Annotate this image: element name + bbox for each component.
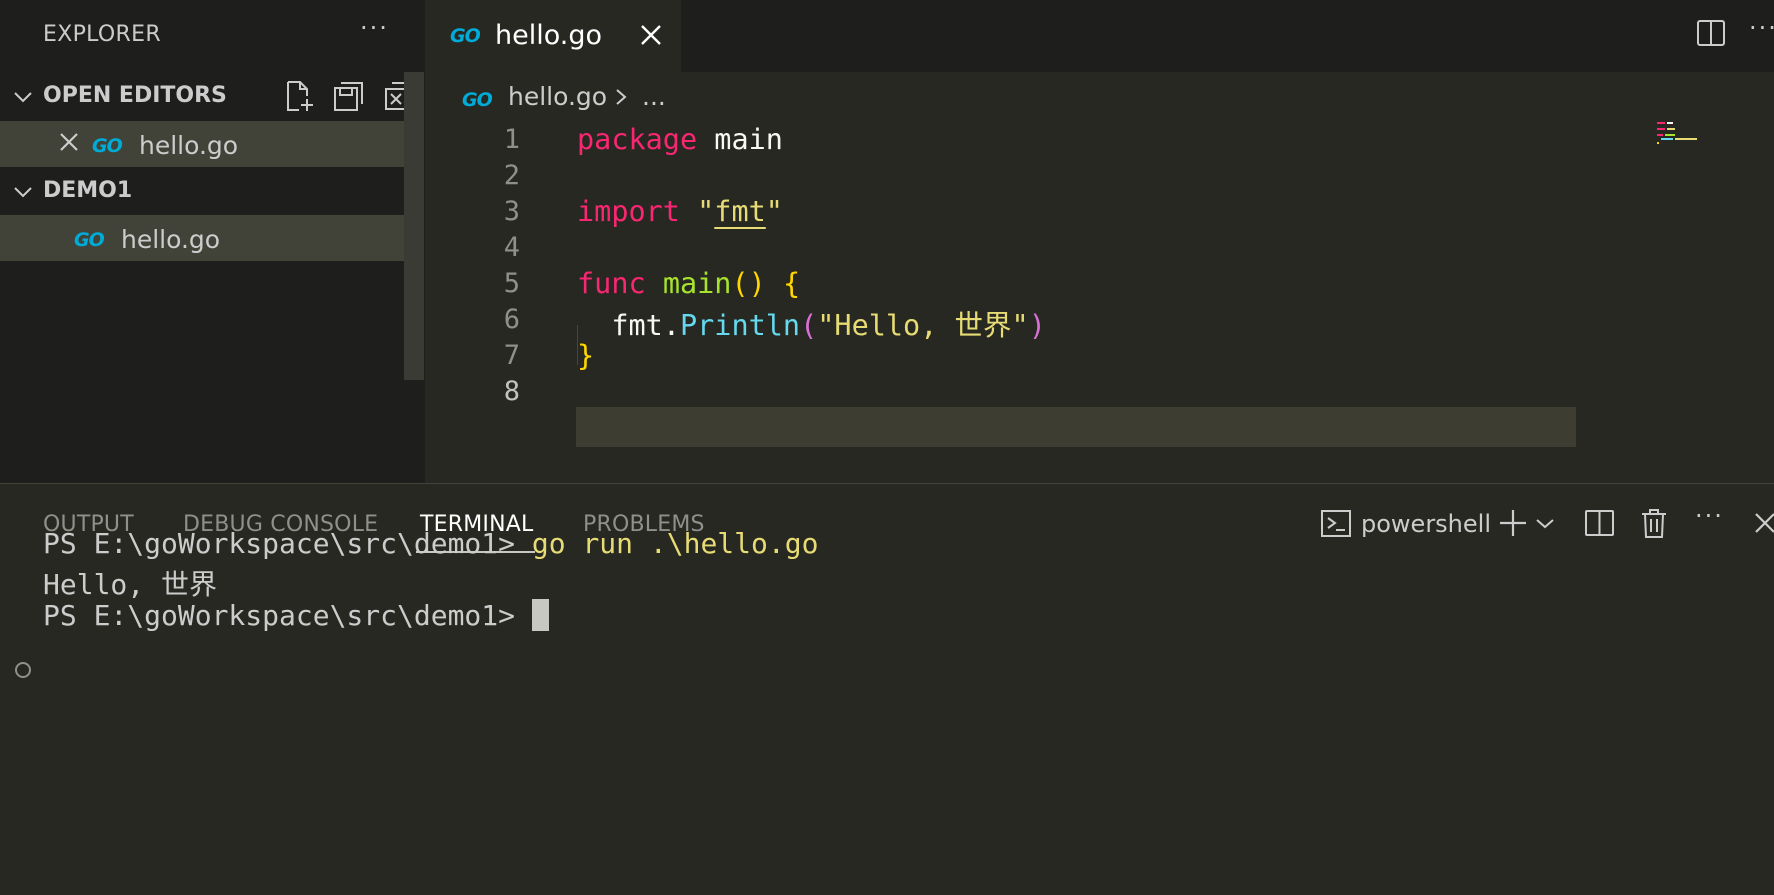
chevron-down-icon [14,187,32,198]
go-file-icon: GO [450,25,481,47]
terminal-shell-name[interactable]: powershell [1361,510,1491,538]
explorer-more-icon[interactable]: ··· [360,14,389,42]
line-number: 7 [503,340,520,371]
chevron-down-icon [14,92,32,103]
open-editors-section-header[interactable]: OPEN EDITORS [0,73,425,119]
split-terminal-icon[interactable] [1583,506,1617,540]
code-line: 3 import "fmt" [425,192,1725,233]
breadcrumb: GO hello.go ... [425,72,1774,120]
identifier-token: main [714,123,783,156]
bracket-token: } [577,339,595,372]
code-line-current: 8 [425,372,1725,413]
keyword-token: package [577,123,698,156]
line-number: 5 [503,268,520,299]
terminal-icon [1321,510,1351,537]
close-panel-icon[interactable] [1752,506,1774,540]
keyword-token: func [577,267,646,300]
open-editor-filename: hello.go [139,131,239,160]
folder-filename: hello.go [121,225,221,254]
explorer-sidebar: EXPLORER ··· OPEN EDITORS GO hello.go DE… [0,0,425,483]
sidebar-scrollbar[interactable] [404,72,424,380]
string-quote: " [765,195,783,228]
tab-label: hello.go [495,20,603,51]
terminal-line[interactable]: PS E:\goWorkspace\src\demo1> [43,599,549,632]
bottom-panel: OUTPUT DEBUG CONSOLE TERMINAL PROBLEMS p… [0,483,1774,895]
chevron-down-icon[interactable] [1533,506,1557,540]
terminal-output-line: Hello, 世界 [43,568,218,601]
code-line: 6 fmt.Println("Hello, 世界") [425,300,1725,342]
line-number: 2 [503,160,520,191]
code-line: 7 } [425,336,1725,377]
terminal-cursor [531,599,549,631]
breadcrumb-symbols[interactable]: ... [642,82,666,111]
panel-more-icon[interactable]: ··· [1695,502,1724,530]
line-number: 3 [503,196,520,227]
new-file-icon[interactable] [282,79,316,113]
folder-section-header[interactable]: DEMO1 [0,168,425,214]
line-number: 6 [503,304,520,335]
terminal-line: PS E:\goWorkspace\src\demo1> go run .\he… [43,527,818,560]
line-number: 8 [503,376,520,407]
explorer-header: EXPLORER ··· [0,0,425,72]
code-text: func main() { [577,267,800,300]
function-name-token: main [662,267,732,300]
code-text: } [577,339,594,372]
open-editor-item-hello-go[interactable]: GO hello.go [0,121,405,167]
close-icon[interactable] [639,23,663,47]
chevron-right-icon [616,89,627,105]
string-quote: " [697,195,715,228]
bracket-token: () [731,267,766,300]
split-editor-icon[interactable] [1696,18,1726,48]
editor-tab-bar: GO hello.go ··· [425,0,1774,72]
trash-icon[interactable] [1637,506,1671,540]
editor-more-icon[interactable]: ··· [1749,14,1774,42]
code-line: 5 func main() { [425,264,1725,305]
line-number: 4 [503,232,520,263]
open-editors-label: OPEN EDITORS [43,83,227,108]
go-file-icon: GO [462,89,493,111]
go-file-icon: GO [92,135,123,157]
command-decoration-icon[interactable] [15,662,31,678]
explorer-title: EXPLORER [43,22,161,47]
code-editor[interactable]: 1 package main 2 3 import "fmt" 4 5 func… [425,120,1774,483]
terminal-prompt: PS E:\goWorkspace\src\demo1> [43,599,516,632]
terminal-prompt: PS E:\goWorkspace\src\demo1> [43,527,516,560]
close-icon[interactable] [58,131,80,153]
folder-label: DEMO1 [43,178,133,203]
current-line-highlight [576,407,1576,447]
new-terminal-icon[interactable] [1496,506,1530,540]
code-text: import "fmt" [577,195,783,228]
code-line: 4 [425,228,1725,269]
code-text: package main [577,123,783,156]
breadcrumb-file[interactable]: hello.go [508,82,607,111]
go-file-icon: GO [74,229,105,251]
save-all-icon[interactable] [332,79,366,113]
line-number: 1 [503,124,520,155]
tab-hello-go[interactable]: GO hello.go [425,0,681,72]
code-line: 1 package main [425,120,1725,161]
code-line: 2 [425,156,1725,197]
terminal-command: go run .\hello.go [531,527,819,560]
string-token[interactable]: fmt [714,195,765,228]
bracket-token: { [782,267,801,300]
folder-file-item-hello-go[interactable]: GO hello.go [0,215,405,261]
keyword-token: import [577,195,680,228]
